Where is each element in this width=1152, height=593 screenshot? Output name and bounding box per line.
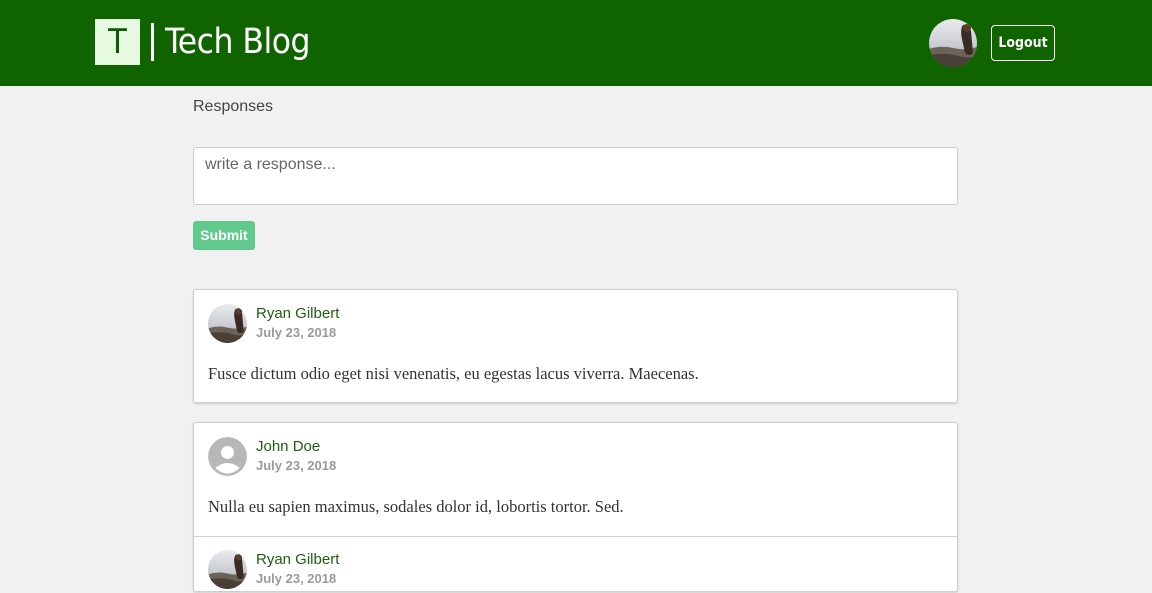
response-input[interactable] (193, 147, 958, 205)
submit-button[interactable]: Submit (193, 221, 255, 250)
logout-button[interactable]: Logout (991, 25, 1055, 61)
user-photo-icon (208, 304, 247, 343)
user-photo-icon (929, 19, 977, 67)
comment-date: July 23, 2018 (256, 325, 337, 340)
brand[interactable]: T Tech Blog (95, 19, 311, 65)
comment-avatar[interactable] (208, 550, 247, 589)
default-user-icon (208, 437, 247, 476)
comment: Ryan Gilbert July 23, 2018 Fusce dictum … (194, 290, 957, 404)
user-avatar[interactable] (929, 19, 977, 67)
comment: John Doe July 23, 2018 Nulla eu sapien m… (194, 423, 957, 536)
comment-reply: Ryan Gilbert July 23, 2018 (194, 536, 957, 593)
comment-avatar[interactable] (208, 304, 247, 343)
comment-date: July 23, 2018 (256, 571, 337, 586)
comment-date: July 23, 2018 (256, 458, 337, 473)
responses-heading: Responses (193, 98, 274, 115)
comment-avatar[interactable] (208, 437, 247, 476)
comment-author[interactable]: Ryan Gilbert (256, 551, 339, 568)
comment-text: Fusce dictum odio eget nisi venenatis, e… (208, 364, 699, 383)
comment-author[interactable]: John Doe (256, 438, 320, 455)
brand-separator (151, 23, 154, 61)
comment-author[interactable]: Ryan Gilbert (256, 305, 339, 322)
comment-text: Nulla eu sapien maximus, sodales dolor i… (208, 497, 624, 516)
user-photo-icon (208, 550, 247, 589)
top-navbar: T Tech Blog Logout (0, 0, 1152, 86)
comment-card: John Doe July 23, 2018 Nulla eu sapien m… (193, 422, 958, 592)
brand-logo[interactable]: T (95, 19, 140, 65)
brand-title[interactable]: Tech Blog (165, 19, 311, 65)
comment-card: Ryan Gilbert July 23, 2018 Fusce dictum … (193, 289, 958, 403)
